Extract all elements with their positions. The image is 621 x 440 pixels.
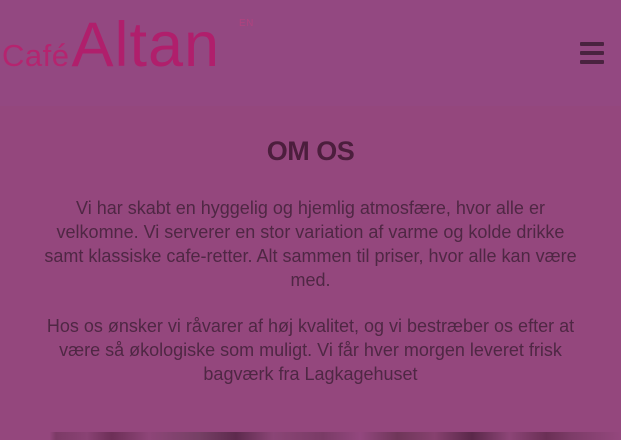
menu-bar-middle xyxy=(580,51,604,55)
logo-cafe-text: Café xyxy=(2,38,70,73)
about-paragraph-2: Hos os ønsker vi råvarer af høj kvalitet… xyxy=(46,316,575,384)
site-header: Café Altan EN xyxy=(0,0,621,106)
menu-bar-bottom xyxy=(580,60,604,64)
cropped-photo-strip xyxy=(0,432,621,440)
cafe-altan-logo[interactable]: Café Altan xyxy=(2,10,221,80)
hamburger-menu-icon[interactable] xyxy=(578,40,606,66)
logo-altan-text: Altan xyxy=(71,10,221,80)
about-section: OM OS Vi har skabt en hyggelig og hjemli… xyxy=(0,106,621,440)
menu-bar-top xyxy=(580,42,604,46)
about-paragraph-1: Vi har skabt en hyggelig og hjemlig atmo… xyxy=(44,198,577,290)
page: Café Altan EN OM OS Vi har skabt en hygg… xyxy=(0,0,621,440)
page-title: OM OS xyxy=(266,136,355,166)
language-switch-en[interactable]: EN xyxy=(239,18,254,29)
